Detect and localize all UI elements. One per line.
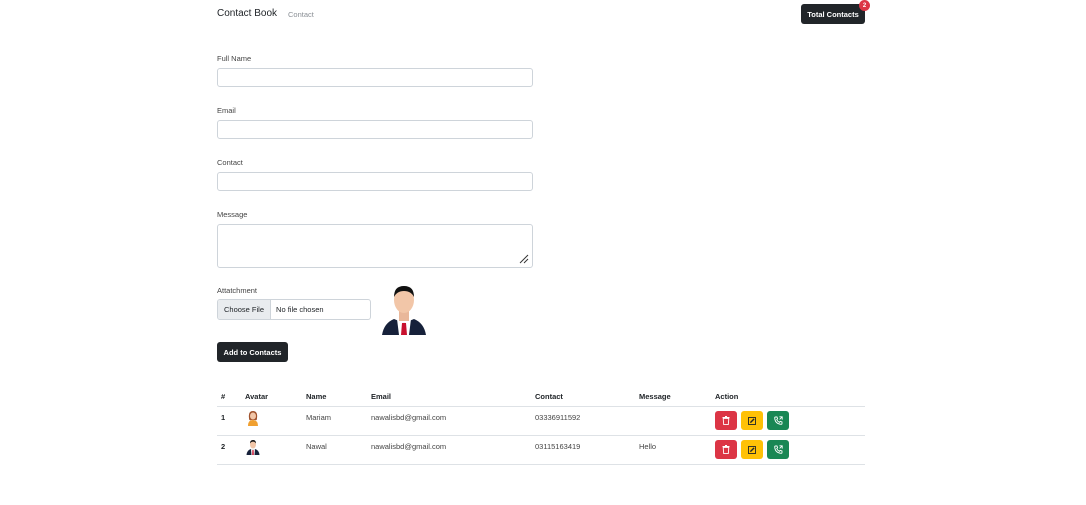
row-2-name: Nawal — [306, 442, 327, 451]
trash-icon — [722, 416, 730, 425]
table-header-message: Message — [639, 392, 671, 401]
message-label: Message — [217, 210, 248, 219]
row-1-name: Mariam — [306, 413, 332, 422]
edit-icon — [748, 445, 756, 454]
edit-icon — [748, 416, 756, 425]
full-name-input[interactable] — [217, 68, 533, 87]
contact-input[interactable] — [217, 172, 533, 191]
trash-icon — [722, 445, 730, 454]
male-avatar-icon — [246, 440, 260, 455]
row-2-number: 2 — [221, 442, 226, 451]
row-2-email: nawalisbd@gmail.com — [371, 442, 447, 451]
table-header-action: Action — [715, 392, 739, 401]
table-header-contact: Contact — [535, 392, 563, 401]
add-to-contacts-button[interactable]: Add to Contacts — [217, 342, 288, 362]
email-label: Email — [217, 106, 236, 115]
table-header-avatar: Avatar — [245, 392, 269, 401]
row-1-email: nawalisbd@gmail.com — [371, 413, 447, 422]
phone-icon — [773, 445, 783, 454]
table-row-divider — [217, 435, 865, 436]
table-header-name: Name — [306, 392, 327, 401]
file-input[interactable]: Choose File No file chosen — [217, 299, 371, 320]
row-1-number: 1 — [221, 413, 226, 422]
delete-button[interactable] — [715, 411, 737, 430]
table-header-num: # — [221, 392, 226, 401]
female-avatar-icon — [248, 411, 258, 426]
table-row-divider — [217, 464, 865, 465]
contact-label: Contact — [217, 158, 243, 167]
row-2-message: Hello — [639, 442, 657, 451]
avatar-preview — [382, 286, 426, 335]
brand-title[interactable]: Contact Book — [217, 8, 277, 19]
table-header-email: Email — [371, 392, 392, 401]
message-textarea[interactable] — [217, 224, 533, 268]
resize-grip-icon[interactable] — [519, 254, 529, 264]
total-contacts-button[interactable]: Total Contacts — [801, 4, 865, 24]
row-1-contact: 03336911592 — [535, 413, 581, 422]
nav-link-contact[interactable]: Contact — [288, 10, 314, 19]
call-button[interactable] — [767, 411, 789, 430]
email-input[interactable] — [217, 120, 533, 139]
file-name-text: No file chosen — [276, 305, 324, 314]
phone-icon — [773, 416, 783, 425]
table-divider — [217, 406, 865, 407]
full-name-label: Full Name — [217, 54, 252, 63]
choose-file-button[interactable]: Choose File — [218, 300, 272, 319]
edit-button[interactable] — [741, 440, 763, 459]
row-2-contact: 03115163419 — [535, 442, 581, 451]
attachment-label: Attatchment — [217, 286, 258, 295]
edit-button[interactable] — [741, 411, 763, 430]
call-button[interactable] — [767, 440, 789, 459]
delete-button[interactable] — [715, 440, 737, 459]
total-contacts-badge: 2 — [859, 0, 870, 11]
